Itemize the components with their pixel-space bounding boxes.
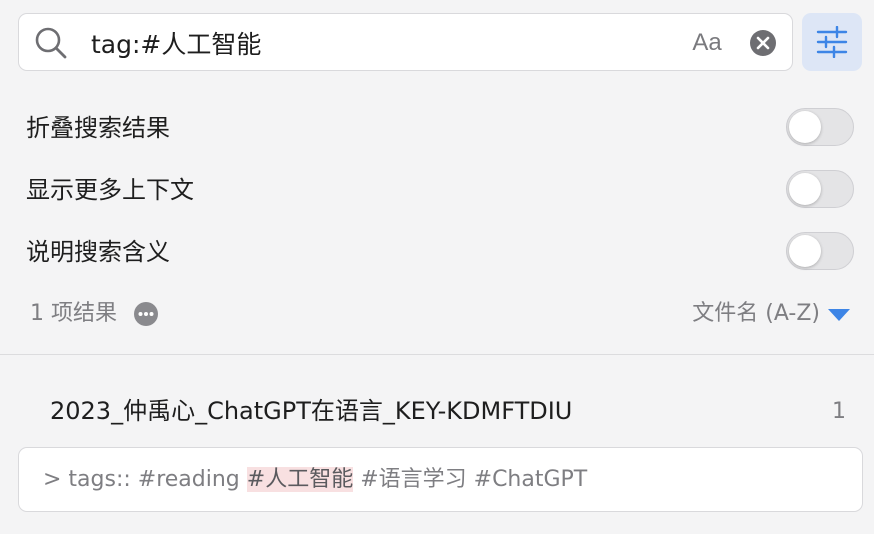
snippet-after: #语言学习 #ChatGPT bbox=[353, 467, 588, 492]
results-bar: 1 项结果 文件名 (A-Z) bbox=[30, 296, 850, 332]
match-count-badge: 1 bbox=[832, 399, 846, 424]
ellipsis-circle-icon[interactable] bbox=[134, 302, 158, 326]
snippet-text: > tags:: #reading #人工智能 #语言学习 #ChatGPT bbox=[43, 464, 587, 496]
search-box: Aa bbox=[18, 13, 793, 71]
result-file-name: 2023_仲禹心_ChatGPT在语言_KEY-KDMFTDIU bbox=[50, 397, 573, 425]
match-snippet[interactable]: > tags:: #reading #人工智能 #语言学习 #ChatGPT bbox=[18, 447, 863, 512]
search-icon bbox=[33, 25, 69, 61]
search-settings-button[interactable] bbox=[802, 13, 862, 71]
snippet-before: > tags:: #reading bbox=[43, 467, 247, 492]
option-explain-search: 说明搜索含义 bbox=[26, 232, 854, 272]
snippet-match-highlight: #人工智能 bbox=[246, 467, 354, 492]
sort-order-label: 文件名 (A-Z) bbox=[692, 301, 820, 326]
explain-search-toggle[interactable] bbox=[786, 232, 854, 270]
divider bbox=[0, 354, 874, 355]
option-collapse-results: 折叠搜索结果 bbox=[26, 108, 854, 148]
toggle-knob bbox=[789, 173, 821, 205]
show-more-context-toggle[interactable] bbox=[786, 170, 854, 208]
clear-circle-icon bbox=[750, 30, 776, 56]
option-show-more-context: 显示更多上下文 bbox=[26, 170, 854, 210]
result-file-row[interactable]: 2023_仲禹心_ChatGPT在语言_KEY-KDMFTDIU 1 bbox=[50, 392, 850, 430]
sliders-icon bbox=[816, 26, 848, 58]
option-label: 显示更多上下文 bbox=[26, 176, 194, 204]
search-bar: Aa bbox=[18, 13, 862, 71]
option-label: 折叠搜索结果 bbox=[26, 114, 170, 142]
toggle-knob bbox=[789, 111, 821, 143]
option-label: 说明搜索含义 bbox=[26, 238, 170, 266]
sort-order-select[interactable]: 文件名 (A-Z) bbox=[692, 298, 850, 330]
results-count: 1 项结果 bbox=[30, 301, 117, 326]
collapse-results-toggle[interactable] bbox=[786, 108, 854, 146]
match-case-toggle[interactable]: Aa bbox=[689, 26, 725, 60]
triangle-down-icon bbox=[828, 309, 850, 321]
toggle-knob bbox=[789, 235, 821, 267]
search-input[interactable] bbox=[91, 23, 651, 63]
clear-search-button[interactable] bbox=[749, 29, 777, 57]
